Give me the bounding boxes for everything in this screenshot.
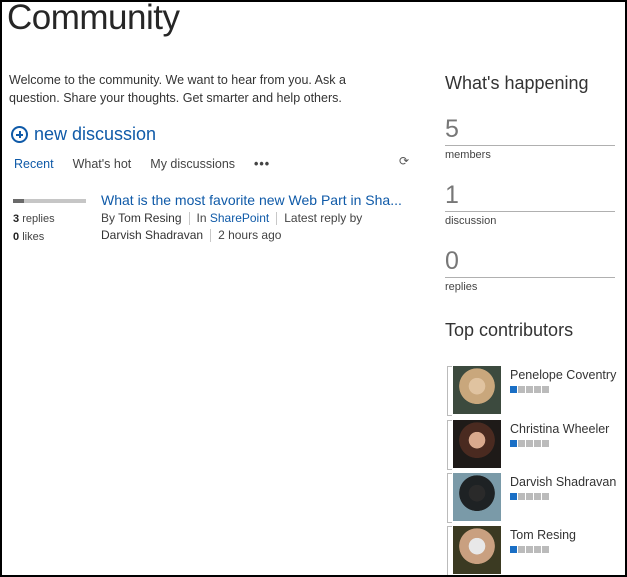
level-square <box>518 440 525 447</box>
in-label: In <box>196 211 207 225</box>
whats-happening-heading: What's happening <box>445 73 589 93</box>
contributor-level <box>510 493 550 500</box>
level-square <box>542 493 549 500</box>
page-title: Community <box>7 0 180 37</box>
latest-reply-label: Latest reply by <box>284 211 363 225</box>
new-discussion-button[interactable]: new discussion <box>11 124 156 145</box>
avatar-frame <box>447 366 452 416</box>
popularity-bar <box>13 199 86 203</box>
stat-replies: 0 replies <box>445 247 615 293</box>
level-square <box>526 493 533 500</box>
tab-whats-hot[interactable]: What's hot <box>73 157 132 171</box>
contributor-item[interactable]: Christina Wheeler <box>445 420 625 470</box>
more-tabs-ellipsis-icon[interactable]: ••• <box>254 157 270 171</box>
stat-label: members <box>445 149 491 161</box>
discussion-stats: 3 replies 0 likes <box>13 210 55 246</box>
plus-circle-icon <box>11 126 28 143</box>
avatar-frame <box>447 420 452 470</box>
author-link[interactable]: Tom Resing <box>118 211 181 225</box>
level-square <box>534 546 541 553</box>
discussion-tabs: Recent What's hot My discussions ••• <box>14 157 270 171</box>
stat-label: discussion <box>445 215 497 227</box>
divider <box>445 277 615 278</box>
contributor-name[interactable]: Tom Resing <box>510 528 576 542</box>
level-square <box>534 386 541 393</box>
divider <box>445 145 615 146</box>
avatar[interactable] <box>453 420 501 468</box>
reply-time: 2 hours ago <box>218 228 282 242</box>
level-square <box>510 386 517 393</box>
contributor-item[interactable]: Tom Resing <box>445 526 625 575</box>
welcome-text: Welcome to the community. We want to hea… <box>9 73 346 105</box>
level-square <box>518 493 525 500</box>
stat-discussions: 1 discussion <box>445 181 615 227</box>
level-square <box>534 493 541 500</box>
level-square <box>510 546 517 553</box>
tab-my-discussions[interactable]: My discussions <box>150 157 235 171</box>
contributor-name[interactable]: Penelope Coventry <box>510 368 616 382</box>
level-square <box>526 546 533 553</box>
stat-label: replies <box>445 281 478 293</box>
level-square <box>534 440 541 447</box>
new-discussion-label: new discussion <box>34 124 157 144</box>
discussion-title-link[interactable]: What is the most favorite new Web Part i… <box>101 192 402 208</box>
level-square <box>518 546 525 553</box>
avatar[interactable] <box>453 526 501 574</box>
level-square <box>542 440 549 447</box>
refresh-icon[interactable]: ⟳ <box>399 154 409 168</box>
community-page: Community Welcome to the community. We w… <box>0 0 627 577</box>
category-link[interactable]: SharePoint <box>210 211 269 225</box>
contributor-level <box>510 386 550 393</box>
level-square <box>526 386 533 393</box>
likes-count: 0 <box>13 231 20 243</box>
avatar[interactable] <box>453 366 501 414</box>
by-label: By <box>101 211 116 225</box>
divider <box>276 212 278 226</box>
tab-recent[interactable]: Recent <box>14 157 54 171</box>
contributor-name[interactable]: Christina Wheeler <box>510 422 609 436</box>
avatar-frame <box>447 526 452 575</box>
level-square <box>526 440 533 447</box>
level-square <box>510 440 517 447</box>
discussion-meta: By Tom Resing In SharePoint Latest reply b… <box>101 210 416 244</box>
level-square <box>542 386 549 393</box>
divider <box>188 212 190 226</box>
top-contributors-heading: Top contributors <box>445 320 574 340</box>
replies-label: replies <box>22 213 55 225</box>
avatar[interactable] <box>453 473 501 521</box>
level-square <box>510 493 517 500</box>
likes-label: likes <box>22 231 45 243</box>
contributor-item[interactable]: Darvish Shadravan <box>445 473 625 523</box>
stat-value: 0 <box>445 247 459 275</box>
level-square <box>518 386 525 393</box>
divider <box>445 211 615 212</box>
avatar-frame <box>447 473 452 523</box>
contributor-name[interactable]: Darvish Shadravan <box>510 475 616 489</box>
contributor-item[interactable]: Penelope Coventry <box>445 366 625 416</box>
latest-reply-author-link[interactable]: Darvish Shadravan <box>101 228 203 242</box>
stat-value: 1 <box>445 181 459 209</box>
divider <box>210 229 212 243</box>
level-square <box>542 546 549 553</box>
popularity-bar-fill <box>13 199 24 203</box>
stat-members: 5 members <box>445 115 615 161</box>
contributor-level <box>510 440 550 447</box>
contributor-level <box>510 546 550 553</box>
replies-count: 3 <box>13 213 20 225</box>
stat-value: 5 <box>445 115 459 143</box>
